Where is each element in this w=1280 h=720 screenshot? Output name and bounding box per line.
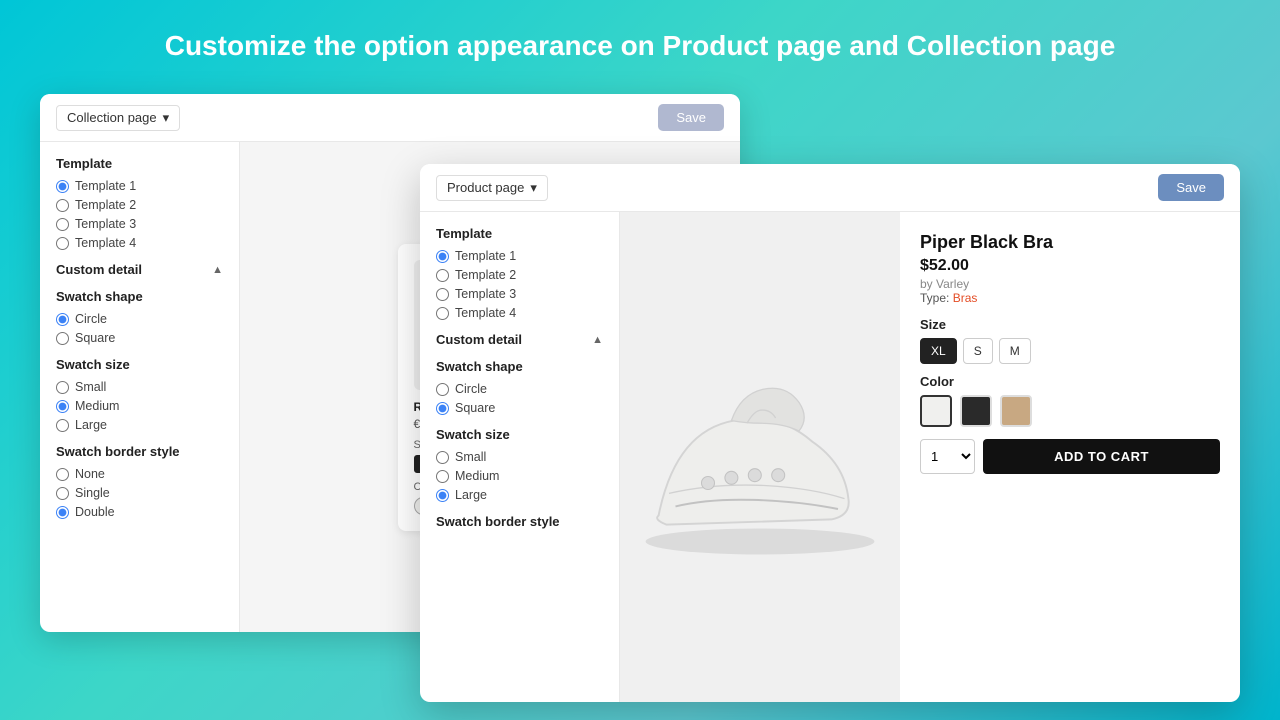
product-template-3[interactable]: Template 3: [436, 287, 603, 301]
page-heading: Customize the option appearance on Produ…: [0, 0, 1280, 84]
product-size-xl[interactable]: XL: [920, 338, 957, 364]
product-swatch-border-heading: Swatch border style: [436, 514, 603, 529]
collection-template-4[interactable]: Template 4: [56, 236, 223, 250]
product-dropdown-chevron-icon: ▾: [530, 180, 537, 196]
collection-none-label: None: [75, 467, 105, 481]
product-size-m[interactable]: M: [999, 338, 1031, 364]
collection-single-label: Single: [75, 486, 110, 500]
product-template-1[interactable]: Template 1: [436, 249, 603, 263]
collection-page-label: Collection page: [67, 110, 157, 125]
add-to-cart-button[interactable]: ADD TO CART: [983, 439, 1220, 474]
product-color-label: Color: [920, 374, 1220, 389]
collection-swatch-size-heading: Swatch size: [56, 357, 223, 372]
product-large-label: Large: [455, 488, 487, 502]
collection-circle-label: Circle: [75, 312, 107, 326]
collection-template-3-label: Template 3: [75, 217, 136, 231]
product-swatch-square[interactable]: Square: [436, 401, 603, 415]
collection-large-label: Large: [75, 418, 107, 432]
product-type: Type: Bras: [920, 291, 1220, 305]
collection-swatch-square[interactable]: Square: [56, 331, 223, 345]
product-panel-body: Template Template 1 Template 2 Template …: [420, 212, 1240, 702]
product-swatch-circle[interactable]: Circle: [436, 382, 603, 396]
collection-square-label: Square: [75, 331, 115, 345]
collection-border-none[interactable]: None: [56, 467, 223, 481]
product-square-label: Square: [455, 401, 495, 415]
product-size-small[interactable]: Small: [436, 450, 603, 464]
collection-template-4-label: Template 4: [75, 236, 136, 250]
collection-template-3[interactable]: Template 3: [56, 217, 223, 231]
product-panel-header: Product page ▾ Save: [420, 164, 1240, 212]
product-shoe-illustration: [630, 347, 890, 567]
product-image-container: [620, 212, 900, 702]
product-type-label: Type:: [920, 291, 949, 305]
custom-detail-chevron-icon: ▲: [212, 264, 223, 276]
product-size-label: Size: [920, 317, 1220, 332]
product-template-2-label: Template 2: [455, 268, 516, 282]
product-type-value[interactable]: Bras: [953, 291, 978, 305]
product-template-4-label: Template 4: [455, 306, 516, 320]
collection-template-2-label: Template 2: [75, 198, 136, 212]
collection-swatch-shape-heading: Swatch shape: [56, 289, 223, 304]
product-size-medium[interactable]: Medium: [436, 469, 603, 483]
collection-sidebar: Template Template 1 Template 2 Template …: [40, 142, 240, 632]
product-custom-detail-label: Custom detail: [436, 332, 522, 347]
product-detail-section: Piper Black Bra $52.00 by Varley Type: B…: [900, 212, 1240, 702]
product-custom-detail-chevron-icon: ▲: [592, 334, 603, 346]
collection-panel-header: Collection page ▾ Save: [40, 94, 740, 142]
product-swatch-size-heading: Swatch size: [436, 427, 603, 442]
dropdown-chevron-icon: ▾: [163, 110, 170, 126]
collection-border-single[interactable]: Single: [56, 486, 223, 500]
collection-template-2[interactable]: Template 2: [56, 198, 223, 212]
collection-template-1[interactable]: Template 1: [56, 179, 223, 193]
product-size-large[interactable]: Large: [436, 488, 603, 502]
product-size-options: XL S M: [920, 338, 1220, 364]
collection-save-button[interactable]: Save: [658, 104, 724, 131]
collection-custom-detail-header: Custom detail ▲: [56, 262, 223, 277]
product-template-1-label: Template 1: [455, 249, 516, 263]
collection-template-1-label: Template 1: [75, 179, 136, 193]
product-template-3-label: Template 3: [455, 287, 516, 301]
product-color-black[interactable]: [960, 395, 992, 427]
product-page-dropdown[interactable]: Product page ▾: [436, 175, 548, 201]
collection-double-label: Double: [75, 505, 115, 519]
product-custom-detail-header: Custom detail ▲: [436, 332, 603, 347]
product-price: $52.00: [920, 257, 1220, 275]
product-name: Piper Black Bra: [920, 232, 1220, 253]
product-size-s[interactable]: S: [963, 338, 993, 364]
collection-border-double[interactable]: Double: [56, 505, 223, 519]
product-medium-label: Medium: [455, 469, 499, 483]
collection-size-medium[interactable]: Medium: [56, 399, 223, 413]
collection-swatch-circle[interactable]: Circle: [56, 312, 223, 326]
panels-container: Collection page ▾ Save Template Template…: [0, 84, 1280, 694]
qty-cart-row: 1 2 3 ADD TO CART: [920, 439, 1220, 474]
product-swatch-shape-heading: Swatch shape: [436, 359, 603, 374]
collection-size-small[interactable]: Small: [56, 380, 223, 394]
product-template-4[interactable]: Template 4: [436, 306, 603, 320]
product-page-label: Product page: [447, 180, 524, 195]
product-panel: Product page ▾ Save Template Template 1 …: [420, 164, 1240, 702]
collection-template-heading: Template: [56, 156, 223, 171]
product-template-2[interactable]: Template 2: [436, 268, 603, 282]
quantity-select[interactable]: 1 2 3: [920, 439, 975, 474]
collection-page-dropdown[interactable]: Collection page ▾: [56, 105, 180, 131]
collection-custom-detail-label: Custom detail: [56, 262, 142, 277]
product-template-heading: Template: [436, 226, 603, 241]
collection-small-label: Small: [75, 380, 106, 394]
product-preview: Piper Black Bra $52.00 by Varley Type: B…: [620, 212, 1240, 702]
product-circle-label: Circle: [455, 382, 487, 396]
product-color-white[interactable]: [920, 395, 952, 427]
product-color-beige[interactable]: [1000, 395, 1032, 427]
product-save-button[interactable]: Save: [1158, 174, 1224, 201]
product-small-label: Small: [455, 450, 486, 464]
product-sidebar: Template Template 1 Template 2 Template …: [420, 212, 620, 702]
product-vendor: by Varley: [920, 277, 1220, 291]
collection-size-large[interactable]: Large: [56, 418, 223, 432]
product-color-options: [920, 395, 1220, 427]
collection-swatch-border-heading: Swatch border style: [56, 444, 223, 459]
collection-medium-label: Medium: [75, 399, 119, 413]
